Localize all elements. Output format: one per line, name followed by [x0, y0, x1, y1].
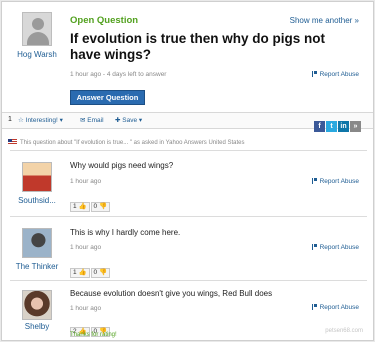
vote-buttons: 1 👍 0 👎 [70, 261, 111, 278]
answerer-name[interactable]: Southsid... [12, 196, 62, 205]
answer-question-button[interactable]: Answer Question [70, 90, 145, 105]
divider [10, 216, 367, 217]
divider [10, 280, 367, 281]
vote-buttons: 2 👍 0 👎 [70, 320, 111, 337]
divider [10, 150, 367, 151]
linkedin-icon[interactable]: in [338, 121, 349, 132]
flag-icon [311, 178, 317, 184]
vote-buttons: 1 👍 0 👎 [70, 195, 111, 212]
chevron-down-icon: ▾ [57, 117, 63, 124]
answer-text: This is why I hardly come here. [70, 228, 181, 237]
thumbs-down-icon: 👎 [98, 269, 108, 276]
twitter-icon[interactable]: t [326, 121, 337, 132]
thumbs-up-icon: 👍 [78, 203, 87, 210]
thumbs-up-button[interactable]: 1 👍 [70, 268, 90, 278]
thanks-message: Thanks for rating! [70, 332, 117, 338]
avatar[interactable] [22, 162, 52, 192]
us-flag-icon [8, 139, 17, 145]
flag-icon [311, 71, 317, 77]
social-share: f t in» [313, 115, 361, 133]
more-share-icon[interactable]: » [350, 121, 361, 132]
watermark: petsen68.com [325, 328, 363, 334]
yahoo-answers-panel: Hog Warsh Open Question Show me another … [1, 1, 374, 341]
save-button[interactable]: ✚ Save ▾ [115, 116, 142, 124]
report-abuse-link[interactable]: Report Abuse [311, 244, 359, 251]
interesting-count: 1 [8, 116, 12, 123]
report-abuse-link[interactable]: Report Abuse [311, 304, 359, 311]
answer-text: Because evolution doesn't give you wings… [70, 289, 273, 298]
flag-icon [311, 304, 317, 310]
thumbs-down-button[interactable]: 0 👎 [90, 202, 111, 212]
interesting-button[interactable]: ☆ Interesting! ▾ [18, 116, 63, 124]
question-status: Open Question [70, 15, 139, 26]
answerer-name[interactable]: Shelby [12, 322, 62, 331]
email-button[interactable]: ✉ Email [80, 116, 104, 124]
flag-icon [311, 244, 317, 250]
asker-avatar[interactable] [22, 12, 52, 46]
answerer-name[interactable]: The Thinker [12, 262, 62, 271]
thumbs-down-button[interactable]: 0 👎 [90, 268, 111, 278]
question-meta: 1 hour ago - 4 days left to answer [70, 71, 167, 78]
answer-text: Why would pigs need wings? [70, 161, 174, 170]
report-abuse-link[interactable]: Report Abuse [311, 71, 359, 78]
answer-time: 1 hour ago [70, 178, 102, 185]
question-title: If evolution is true then why do pigs no… [70, 31, 325, 62]
question-toolbar: 1 ☆ Interesting! ▾ ✉ Email ✚ Save ▾ f t in… [2, 112, 373, 132]
thumbs-up-button[interactable]: 1 👍 [70, 202, 90, 212]
answer-time: 1 hour ago [70, 305, 102, 312]
thumbs-up-icon: 👍 [78, 269, 87, 276]
show-another-link[interactable]: Show me another » [290, 16, 359, 25]
avatar[interactable] [22, 290, 52, 320]
chevron-down-icon: ▾ [137, 117, 143, 124]
question-about: This question about "If evolution is tru… [8, 139, 245, 146]
avatar[interactable] [22, 228, 52, 258]
facebook-icon[interactable]: f [314, 121, 325, 132]
answer-time: 1 hour ago [70, 244, 102, 251]
thumbs-down-icon: 👎 [98, 203, 108, 210]
asker-name[interactable]: Hog Warsh [12, 50, 62, 59]
star-icon: ☆ [18, 117, 26, 124]
report-abuse-link[interactable]: Report Abuse [311, 178, 359, 185]
